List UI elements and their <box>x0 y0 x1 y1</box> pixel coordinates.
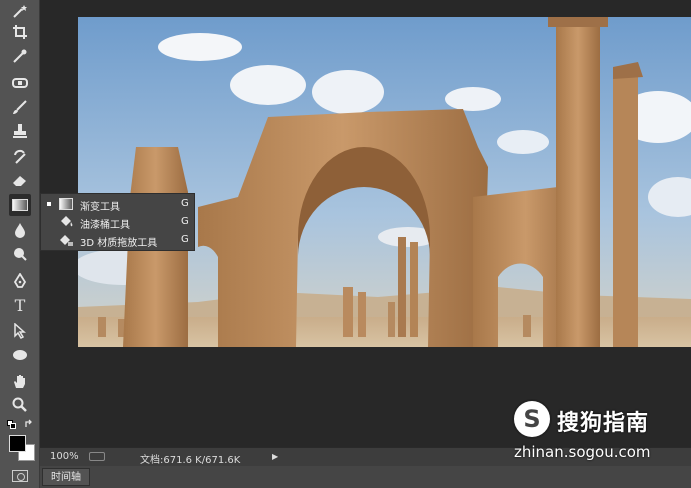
sogou-watermark: S 搜狗指南 zhinan.sogou.com <box>514 401 684 466</box>
magic-wand-icon <box>13 5 27 18</box>
timeline-panel: 时间轴 <box>40 466 691 488</box>
spot-healing-tool[interactable] <box>9 72 31 94</box>
history-brush-icon <box>14 149 26 164</box>
color-swatches[interactable] <box>6 416 36 461</box>
dodge-icon <box>14 248 27 261</box>
status-info-icon[interactable] <box>89 452 105 461</box>
eyedropper-tool[interactable] <box>9 45 31 67</box>
eraser-icon <box>13 176 26 186</box>
zoom-tool[interactable] <box>9 394 31 416</box>
flyout-item-gradient[interactable]: 渐变工具 G <box>41 195 196 213</box>
selected-bullet-icon <box>47 202 51 206</box>
document-info: 文档:671.6 K/671.6K <box>140 455 241 466</box>
ellipse-icon <box>13 350 27 360</box>
flyout-item-label: 3D 材质拖放工具 <box>80 238 158 249</box>
type-tool[interactable]: T <box>9 294 31 316</box>
flyout-item-shortcut: G <box>181 198 189 209</box>
dodge-tool[interactable] <box>9 243 31 265</box>
path-selection-icon <box>14 323 26 339</box>
eraser-tool[interactable] <box>9 170 31 192</box>
quick-mask-icon <box>17 473 25 481</box>
type-icon: T <box>14 295 26 315</box>
clone-stamp-tool[interactable] <box>9 120 31 142</box>
brush-tool[interactable] <box>9 96 31 118</box>
material-drop-icon <box>60 235 73 246</box>
document-canvas[interactable] <box>78 17 691 347</box>
gradient-icon <box>59 198 73 210</box>
flyout-item-shortcut: G <box>181 216 189 227</box>
swap-colors-icon[interactable] <box>24 419 34 429</box>
canvas-image <box>78 17 691 347</box>
pen-icon <box>13 273 27 288</box>
brush-icon <box>13 100 27 114</box>
paint-bucket-icon <box>61 216 73 227</box>
zoom-level[interactable]: 100% <box>50 451 79 462</box>
magic-wand-tool[interactable] <box>9 0 31 22</box>
tab-timeline[interactable]: 时间轴 <box>42 468 90 486</box>
crop-tool[interactable] <box>9 21 31 43</box>
spot-healing-icon <box>12 78 28 88</box>
hand-icon <box>14 375 25 388</box>
gradient-tool[interactable] <box>9 194 31 216</box>
path-selection-tool[interactable] <box>9 320 31 342</box>
tools-panel: T <box>0 0 40 488</box>
flyout-item-label: 油漆桶工具 <box>80 220 130 231</box>
quick-mask-button[interactable] <box>12 470 28 482</box>
clone-stamp-icon <box>13 124 27 138</box>
flyout-item-shortcut: G <box>181 234 189 245</box>
watermark-url: zhinan.sogou.com <box>514 443 651 461</box>
default-colors-icon[interactable] <box>7 420 17 430</box>
blur-icon <box>15 223 25 238</box>
zoom-icon <box>12 397 27 412</box>
ellipse-tool[interactable] <box>9 344 31 366</box>
crop-icon <box>13 25 27 39</box>
gradient-icon <box>12 199 28 211</box>
hand-tool[interactable] <box>9 370 31 392</box>
pen-tool[interactable] <box>9 270 31 292</box>
flyout-item-paint-bucket[interactable]: 油漆桶工具 G <box>41 213 196 231</box>
foreground-color-swatch[interactable] <box>9 435 26 452</box>
flyout-item-3d-material-drop[interactable]: 3D 材质拖放工具 G <box>41 231 196 249</box>
status-menu-arrow-icon[interactable]: ▶ <box>272 452 278 461</box>
flyout-item-label: 渐变工具 <box>80 202 120 213</box>
blur-tool[interactable] <box>9 219 31 241</box>
gradient-tool-flyout: 渐变工具 G 油漆桶工具 G 3D 材质拖放工具 G <box>40 193 195 251</box>
eyedropper-icon <box>13 49 27 63</box>
watermark-name: 搜狗指南 <box>557 411 650 436</box>
history-brush-tool[interactable] <box>9 146 31 168</box>
sogou-logo-icon: S <box>514 401 550 437</box>
